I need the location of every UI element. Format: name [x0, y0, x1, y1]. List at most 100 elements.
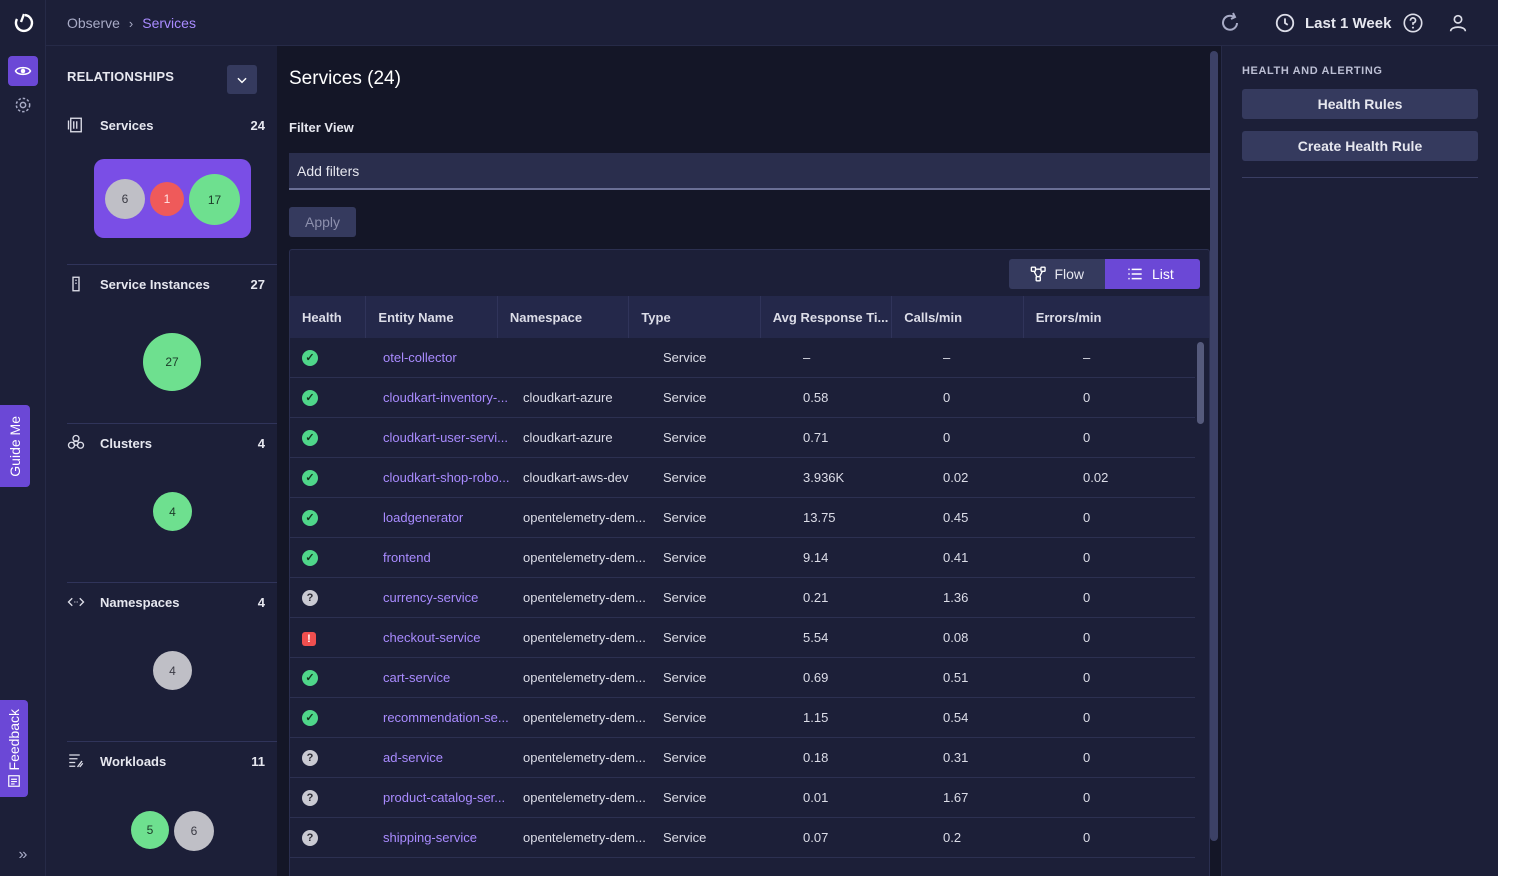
services-health-group[interactable]: 6 1 17 [94, 159, 251, 238]
type-cell: Service [663, 510, 707, 525]
entity-name-link[interactable]: cloudkart-shop-robo... [371, 470, 511, 485]
column-header-namespace[interactable]: Namespace [498, 296, 630, 338]
table-row[interactable]: ? currency-service opentelemetry-dem... Ser… [290, 578, 1195, 618]
avg-response-cell: 0.07 [803, 830, 829, 845]
calls-per-min-cell: 1.36 [943, 590, 969, 605]
filter-input[interactable]: Add filters [289, 153, 1210, 190]
workloads-icon [69, 754, 84, 768]
workloads-healthy-bubble[interactable]: 5 [131, 811, 169, 849]
column-header-entity-name[interactable]: Entity Name [366, 296, 498, 338]
clusters-healthy-bubble[interactable]: 4 [153, 492, 192, 531]
workloads-unknown-bubble[interactable]: 6 [174, 811, 214, 851]
app-window: » Guide Me Feedback Observe › Services L… [0, 0, 1498, 876]
observe-nav-button[interactable] [8, 56, 38, 86]
entity-name-link[interactable]: otel-collector [371, 350, 511, 365]
page-scrollbar[interactable] [1210, 51, 1218, 841]
entity-name-link[interactable]: product-catalog-ser... [371, 790, 511, 805]
feedback-tab[interactable]: Feedback [0, 700, 28, 797]
panel-divider [1242, 177, 1478, 178]
services-healthy-bubble[interactable]: 17 [189, 174, 240, 225]
type-cell: Service [663, 350, 707, 365]
calls-per-min-cell: 0.08 [943, 630, 969, 645]
entity-name-link[interactable]: cloudkart-user-servi... [371, 430, 511, 445]
table-row[interactable]: ✓ cart-service opentelemetry-dem... Service… [290, 658, 1195, 698]
expand-rail-icon[interactable]: » [14, 846, 32, 864]
services-unknown-bubble[interactable]: 6 [105, 179, 145, 219]
view-toggle: Flow List [1009, 259, 1200, 289]
table-row[interactable]: ✓ cloudkart-user-servi... cloudkart-azure S… [290, 418, 1195, 458]
flow-view-button[interactable]: Flow [1009, 259, 1105, 289]
type-cell: Service [663, 430, 707, 445]
clock-icon [1275, 13, 1295, 33]
breadcrumb-services[interactable]: Services [142, 15, 196, 31]
namespace-cell: opentelemetry-dem... [523, 510, 646, 525]
column-header-avg-response-time[interactable]: Avg Response Ti... [761, 296, 893, 338]
type-cell: Service [663, 670, 707, 685]
table-body: ✓ otel-collector Service – – – ✓ cloudkart-inve… [290, 338, 1195, 858]
health-cell: ✓ [290, 709, 371, 726]
entity-name-link[interactable]: loadgenerator [371, 510, 511, 525]
apply-button[interactable]: Apply [289, 207, 356, 237]
table-row[interactable]: ? shipping-service opentelemetry-dem... Ser… [290, 818, 1195, 858]
clusters-label: Clusters [100, 436, 153, 451]
calls-per-min-cell: 0.2 [943, 830, 962, 845]
health-cell: ✓ [290, 509, 371, 526]
table-row[interactable]: ✓ cloudkart-shop-robo... cloudkart-aws-dev… [290, 458, 1195, 498]
namespaces-unknown-bubble[interactable]: 4 [153, 651, 192, 690]
table-row[interactable]: ✓ recommendation-se... opentelemetry-dem..… [290, 698, 1195, 738]
column-header-errors-per-min[interactable]: Errors/min [1024, 296, 1209, 338]
column-header-health[interactable]: Health [290, 296, 367, 338]
health-cell: ! [290, 630, 371, 646]
section-divider [67, 741, 277, 742]
table-row[interactable]: ? ad-service opentelemetry-dem... Service 0.… [290, 738, 1195, 778]
table-row[interactable]: ✓ cloudkart-inventory-... cloudkart-azure S… [290, 378, 1195, 418]
entity-name-link[interactable]: cloudkart-inventory-... [371, 390, 511, 405]
table-row[interactable]: ? product-catalog-ser... opentelemetry-dem… [290, 778, 1195, 818]
gear-icon[interactable] [13, 95, 33, 115]
service-instances-healthy-bubble[interactable]: 27 [143, 333, 201, 391]
entity-name-link[interactable]: frontend [371, 550, 511, 565]
avg-response-cell: 0.01 [803, 790, 829, 805]
table-row[interactable]: ✓ frontend opentelemetry-dem... Service 9.14… [290, 538, 1195, 578]
help-icon[interactable] [1402, 12, 1424, 34]
health-rules-button[interactable]: Health Rules [1242, 89, 1478, 119]
namespace-cell: opentelemetry-dem... [523, 750, 646, 765]
column-header-type[interactable]: Type [629, 296, 761, 338]
list-view-button[interactable]: List [1105, 259, 1200, 289]
entity-name-link[interactable]: checkout-service [371, 630, 511, 645]
table-header: Health Entity Name Namespace Type Avg Re… [290, 296, 1209, 338]
health-cell: ? [290, 829, 371, 846]
entity-name-link[interactable]: recommendation-se... [371, 710, 511, 725]
namespaces-label: Namespaces [100, 595, 180, 610]
guide-me-tab[interactable]: Guide Me [0, 405, 30, 487]
type-cell: Service [663, 830, 707, 845]
relationships-title: RELATIONSHIPS [67, 69, 175, 84]
entity-name-link[interactable]: shipping-service [371, 830, 511, 845]
errors-per-min-cell: 0 [1083, 590, 1091, 605]
app-logo-icon[interactable] [11, 11, 35, 35]
table-row[interactable]: ! checkout-service opentelemetry-dem... Ser… [290, 618, 1195, 658]
relationships-panel: RELATIONSHIPS Services 24 6 1 17 Service… [46, 46, 277, 876]
table-row[interactable]: ✓ otel-collector Service – – – [290, 338, 1195, 378]
time-range-picker[interactable]: Last 1 Week [1274, 12, 1391, 34]
user-icon[interactable] [1447, 12, 1469, 34]
entity-name-link[interactable]: currency-service [371, 590, 511, 605]
table-row[interactable]: ✓ loadgenerator opentelemetry-dem... Servic… [290, 498, 1195, 538]
collapse-relationships-button[interactable] [227, 65, 257, 94]
calls-per-min-cell: – [943, 350, 951, 365]
service-instance-icon [72, 276, 80, 292]
create-health-rule-button[interactable]: Create Health Rule [1242, 131, 1478, 161]
breadcrumb-observe[interactable]: Observe [67, 15, 120, 31]
refresh-icon[interactable] [1218, 11, 1242, 35]
workloads-label: Workloads [100, 754, 167, 769]
table-scrollbar[interactable] [1197, 342, 1204, 424]
type-cell: Service [663, 470, 707, 485]
entity-name-link[interactable]: ad-service [371, 750, 511, 765]
avg-response-cell: 0.71 [803, 430, 829, 445]
flow-icon [1030, 266, 1046, 282]
services-critical-bubble[interactable]: 1 [150, 182, 184, 216]
calls-per-min-cell: 0.41 [943, 550, 969, 565]
entity-name-link[interactable]: cart-service [371, 670, 511, 685]
namespace-cell: opentelemetry-dem... [523, 590, 646, 605]
column-header-calls-per-min[interactable]: Calls/min [892, 296, 1024, 338]
